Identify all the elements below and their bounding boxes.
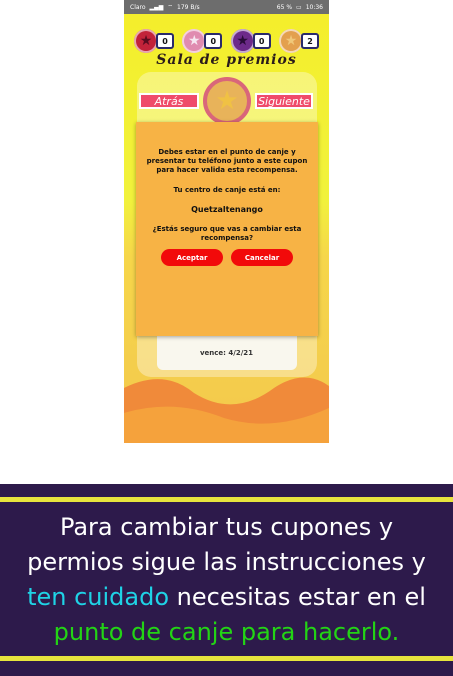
banner-line-3: necesitas estar en el	[169, 583, 426, 611]
counter-red: ★ 0	[134, 29, 174, 53]
reward-counters: ★ 0 ★ 0 ★ 0 ★ 2	[134, 29, 319, 53]
counter-value: 0	[204, 33, 223, 49]
gold-star-icon: ★	[278, 29, 303, 53]
signal-icon: ▂▄▆	[149, 3, 164, 11]
counter-pink: ★ 0	[182, 29, 223, 53]
dialog-question: ¿Estás seguro que vas a cambiar esta rec…	[152, 225, 302, 242]
pink-star-icon: ★	[182, 29, 207, 53]
instruction-banner: Para cambiar tus cupones y permios sigue…	[0, 484, 453, 676]
network-speed: 179 B/s	[177, 3, 200, 11]
counter-value: 2	[300, 33, 319, 49]
confirm-dialog: Debes estar en el punto de canje y prese…	[136, 122, 318, 336]
banner-bottom-line	[0, 656, 453, 661]
banner-text: Para cambiar tus cupones y permios sigue…	[8, 510, 445, 650]
dialog-actions: Aceptar Cancelar	[144, 249, 310, 266]
accept-button[interactable]: Aceptar	[161, 249, 223, 266]
clock: 10:36	[305, 3, 323, 11]
status-bar: Claro ▂▄▆ ⌔ 179 B/s 65 % ▭ 10:36	[124, 0, 329, 14]
reward-star-icon: ★	[203, 77, 251, 125]
hills-decoration	[124, 377, 329, 443]
dialog-message: Debes estar en el punto de canje y prese…	[146, 148, 308, 174]
banner-line-1: Para cambiar tus cupones y	[59, 513, 394, 541]
counter-value: 0	[156, 33, 174, 49]
carrier-label: Claro	[130, 3, 146, 11]
screen-title: Sala de premios	[156, 52, 297, 68]
expiry-label: vence: 4/2/21	[199, 349, 254, 357]
battery-icon: ▭	[296, 3, 302, 11]
banner-highlight-green: punto de canje para hacerlo.	[53, 618, 400, 646]
phone-screenshot: Claro ▂▄▆ ⌔ 179 B/s 65 % ▭ 10:36 ★ 0 ★ 0…	[124, 0, 329, 443]
counter-gold: ★ 2	[278, 29, 319, 53]
banner-line-2: permios sigue las instrucciones y	[27, 548, 426, 576]
banner-highlight-cyan: ten cuidado	[27, 583, 170, 611]
battery-level: 65 %	[276, 3, 293, 11]
redeem-center-city: Quetzaltenango	[191, 205, 263, 214]
counter-purple: ★ 0	[230, 29, 271, 53]
purple-star-icon: ★	[230, 29, 255, 53]
counter-value: 0	[252, 33, 271, 49]
banner-top-line	[0, 497, 453, 502]
next-button[interactable]: Siguiente	[255, 93, 313, 109]
wifi-icon: ⌔	[167, 4, 174, 11]
red-star-icon: ★	[134, 29, 158, 53]
redeem-center-label: Tu centro de canje está en:	[173, 186, 281, 194]
back-button[interactable]: Atrás	[139, 93, 199, 109]
cancel-button[interactable]: Cancelar	[231, 249, 293, 266]
